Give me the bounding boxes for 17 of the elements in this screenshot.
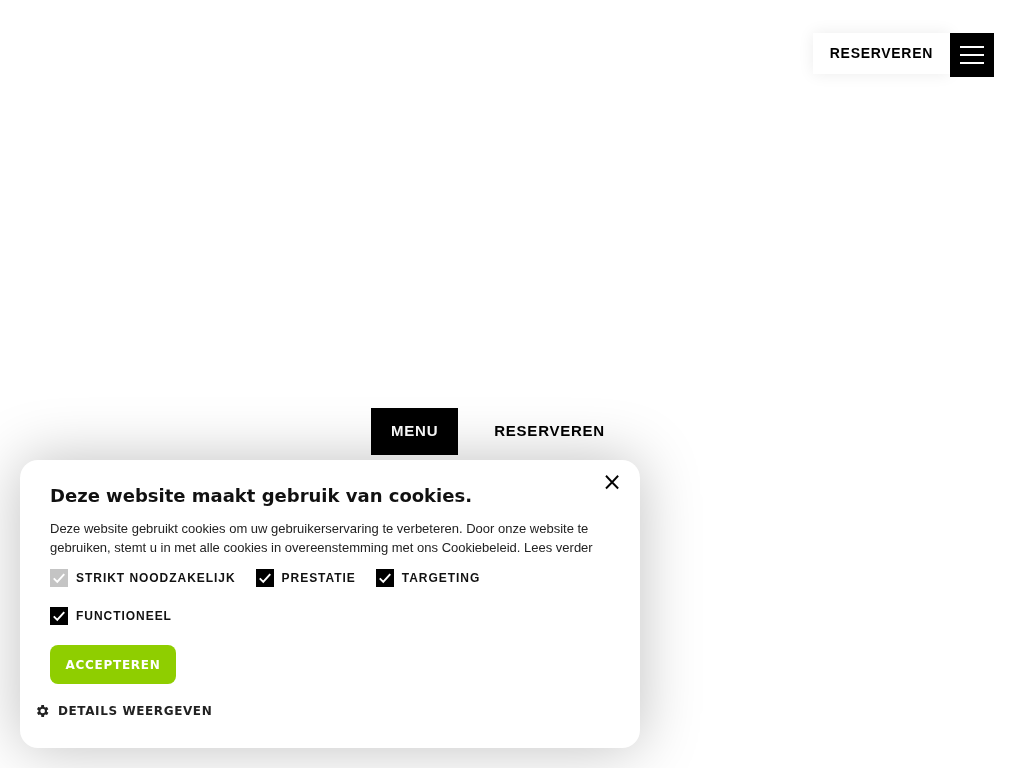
checkbox[interactable] [375, 569, 394, 587]
details-link[interactable]: DETAILS WEERGEVEN [34, 702, 213, 720]
dialog-title: Deze website maakt gebruik van cookies. [50, 484, 473, 508]
option-label: STRIKT NOODZAKELIJK [76, 570, 236, 587]
menu-button[interactable] [950, 33, 994, 77]
checkbox[interactable] [255, 569, 274, 587]
read-more-link[interactable]: Lees verder [524, 540, 593, 555]
nav-tab[interactable]: MENU [371, 408, 459, 455]
reserve-button[interactable]: RESERVEREN [812, 33, 950, 74]
option-label: TARGETING [401, 570, 481, 587]
close-button[interactable]: × [597, 470, 626, 494]
dialog-text: Deze website gebruikt cookies om uw gebruikerservaring te verbeteren. Door onze website te gebruiken, stemt u in met alle cookies in overeenstemming met ons Cookiebeleid. Lees verder [50, 520, 594, 557]
nav-tab[interactable]: RESERVEREN [474, 408, 625, 455]
option-label: PRESTATIE [281, 570, 356, 587]
settings-icon [34, 703, 50, 719]
option-label: FUNCTIONEEL [76, 608, 172, 625]
checkbox[interactable] [50, 607, 68, 625]
